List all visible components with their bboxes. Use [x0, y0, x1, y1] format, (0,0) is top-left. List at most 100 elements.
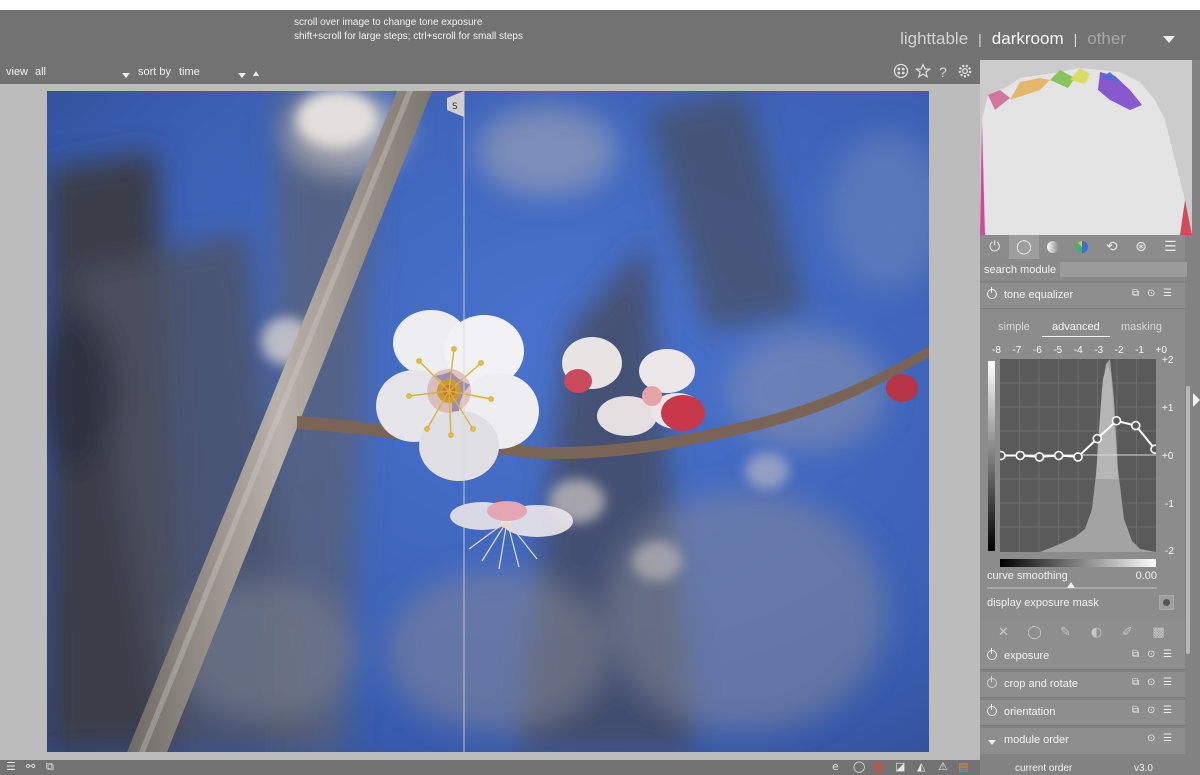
reset-icon[interactable]: ⊙ [1147, 677, 1155, 688]
module-order-expand-icon[interactable] [988, 736, 996, 748]
curve-smoothing-slider-handle[interactable] [1067, 582, 1075, 588]
histogram[interactable] [980, 60, 1192, 235]
grouping-icon[interactable] [893, 63, 909, 83]
view-darkroom[interactable]: darkroom [992, 29, 1064, 49]
blend-uniform-icon[interactable]: ◯ [1019, 622, 1050, 644]
focus-peaking-icon[interactable]: ◭ [917, 760, 925, 773]
presets-menu-icon[interactable]: ☰ [1163, 288, 1172, 299]
image-canvas-area[interactable]: S [0, 84, 980, 760]
tab-masking[interactable]: masking [1121, 321, 1162, 333]
curve-node[interactable] [996, 450, 1006, 461]
ev-label: -5 [1053, 345, 1063, 356]
presets-menu-icon[interactable]: ☰ [1163, 733, 1172, 744]
view-other[interactable]: other [1087, 29, 1126, 49]
effects-icon[interactable]: ⊛ [1126, 235, 1155, 259]
multi-instance-icon[interactable]: ⧉ [1132, 705, 1139, 716]
ev-label: -3 [1094, 345, 1104, 356]
curve-node[interactable] [1150, 444, 1160, 455]
current-order-label: current order [1015, 763, 1073, 774]
star-icon[interactable] [914, 62, 932, 83]
multi-instance-icon[interactable]: ⧉ [1132, 288, 1139, 299]
view-filter-dropdown-icon[interactable] [122, 69, 130, 81]
tooltip-hint: scroll over image to change tone exposur… [294, 16, 523, 44]
correction-icon[interactable]: ⟲ [1097, 235, 1126, 259]
drawn-parametric-mask-icon[interactable]: ✐ [1112, 622, 1143, 644]
view-lighttable[interactable]: lighttable [900, 29, 968, 49]
sort-order-icon[interactable] [253, 67, 259, 79]
color-circle-icon[interactable] [1068, 235, 1097, 259]
multi-instance-icon[interactable]: ⧉ [1132, 649, 1139, 660]
power-icon[interactable]: ⏻ [980, 235, 1009, 259]
curve-node[interactable] [1053, 450, 1064, 461]
sort-by-select[interactable]: time [179, 66, 200, 78]
exposure-gradient-bar [1000, 559, 1156, 567]
curve-smoothing-row: curve smoothing 0.00 [987, 570, 1157, 582]
tab-simple[interactable]: simple [998, 321, 1030, 333]
curve-smoothing-value: 0.00 [1135, 570, 1157, 582]
ev-label: -2 [1114, 345, 1124, 356]
softproof-icon[interactable]: ▦ [873, 760, 883, 773]
gamut-check-icon[interactable]: ◪ [895, 760, 905, 773]
circle-icon[interactable]: ◯ [1009, 235, 1039, 259]
guides-icon[interactable]: ⚠ [938, 760, 948, 773]
exposure-power-icon[interactable] [987, 648, 997, 660]
overlay-icon[interactable]: ▤ [958, 760, 968, 773]
y-label: +1 [1162, 403, 1174, 414]
presets-menu-icon[interactable]: ☰ [1163, 649, 1172, 660]
curve-node[interactable] [1130, 420, 1141, 431]
hint-line-1: scroll over image to change tone exposur… [294, 17, 483, 28]
multi-instance-icon[interactable]: ⧉ [1132, 677, 1139, 688]
module-exposure[interactable]: exposure ⧉ ⊙ ☰ [980, 644, 1185, 670]
module-crop-name: crop and rotate [1004, 678, 1078, 690]
raster-mask-icon[interactable]: ▩ [1143, 622, 1174, 644]
menu-icon[interactable]: ☰ [6, 760, 16, 773]
reset-icon[interactable]: ⊙ [1147, 733, 1155, 744]
parametric-mask-icon[interactable]: ◐ [1081, 622, 1112, 644]
gear-icon[interactable] [957, 63, 973, 83]
orientation-power-icon[interactable] [987, 704, 997, 716]
blend-off-icon[interactable]: ✕ [988, 622, 1019, 644]
tone-equalizer-power-icon[interactable] [987, 287, 997, 299]
presets-menu-icon[interactable]: ☰ [1163, 677, 1172, 688]
drawn-mask-icon[interactable]: ✎ [1050, 622, 1081, 644]
tone-curve-graph[interactable] [996, 359, 1160, 552]
reset-icon[interactable]: ⊙ [1147, 649, 1155, 660]
curve-node[interactable] [1111, 415, 1122, 426]
crop-power-icon[interactable] [987, 676, 997, 688]
right-panel: ⏻ ◯ ⟲ ⊛ ☰ search module tone equalizer ⧉… [980, 60, 1200, 775]
display-exposure-mask-toggle[interactable] [1159, 595, 1174, 610]
ev-label: -6 [1032, 345, 1042, 356]
search-module-input[interactable] [1060, 262, 1187, 277]
view-filter-select[interactable]: all [35, 66, 46, 78]
right-panel-scrollbar[interactable] [1186, 386, 1190, 654]
tone-equalizer-header[interactable]: tone equalizer ⧉ ⊙ ☰ [980, 283, 1185, 309]
reset-icon[interactable]: ⊙ [1147, 705, 1155, 716]
y-label: -2 [1165, 546, 1174, 557]
curve-node[interactable] [1015, 450, 1026, 461]
module-order-header[interactable]: module order ⊙ ☰ [980, 728, 1185, 754]
module-orientation[interactable]: orientation ⧉ ⊙ ☰ [980, 700, 1185, 726]
view-switcher: lighttable | darkroom | other [895, 29, 1180, 49]
view-filter-label: view [6, 66, 29, 78]
presets-menu-icon[interactable]: ☰ [1163, 705, 1172, 716]
curve-node[interactable] [1073, 452, 1083, 462]
curve-node[interactable] [1034, 452, 1045, 462]
tab-advanced[interactable]: advanced [1042, 321, 1110, 337]
sort-dropdown-icon[interactable] [238, 69, 246, 81]
raw-overexposed-icon[interactable]: e [832, 760, 839, 773]
module-crop-and-rotate[interactable]: crop and rotate ⧉ ⊙ ☰ [980, 672, 1185, 698]
menu-icon[interactable]: ☰ [1156, 235, 1185, 259]
gradient-circle-icon[interactable] [1039, 235, 1068, 259]
ev-label: -1 [1135, 345, 1144, 356]
styles-icon[interactable]: ⚯ [26, 760, 35, 773]
curve-node[interactable] [1092, 433, 1103, 444]
luminance-gradient-bar [988, 361, 995, 551]
views-dropdown-icon[interactable] [1163, 35, 1175, 43]
help-icon[interactable]: ? [939, 64, 947, 80]
reset-icon[interactable]: ⊙ [1147, 288, 1155, 299]
second-window-icon[interactable]: ⧉ [46, 760, 54, 774]
right-panel-collapse-arrow[interactable] [1193, 393, 1200, 407]
photo-preview[interactable]: S [47, 91, 929, 752]
clipping-icon[interactable]: ◯ [853, 760, 865, 773]
ev-axis-labels: -8 -7 -6 -5 -4 -3 -2 -1 +0 [992, 345, 1167, 356]
